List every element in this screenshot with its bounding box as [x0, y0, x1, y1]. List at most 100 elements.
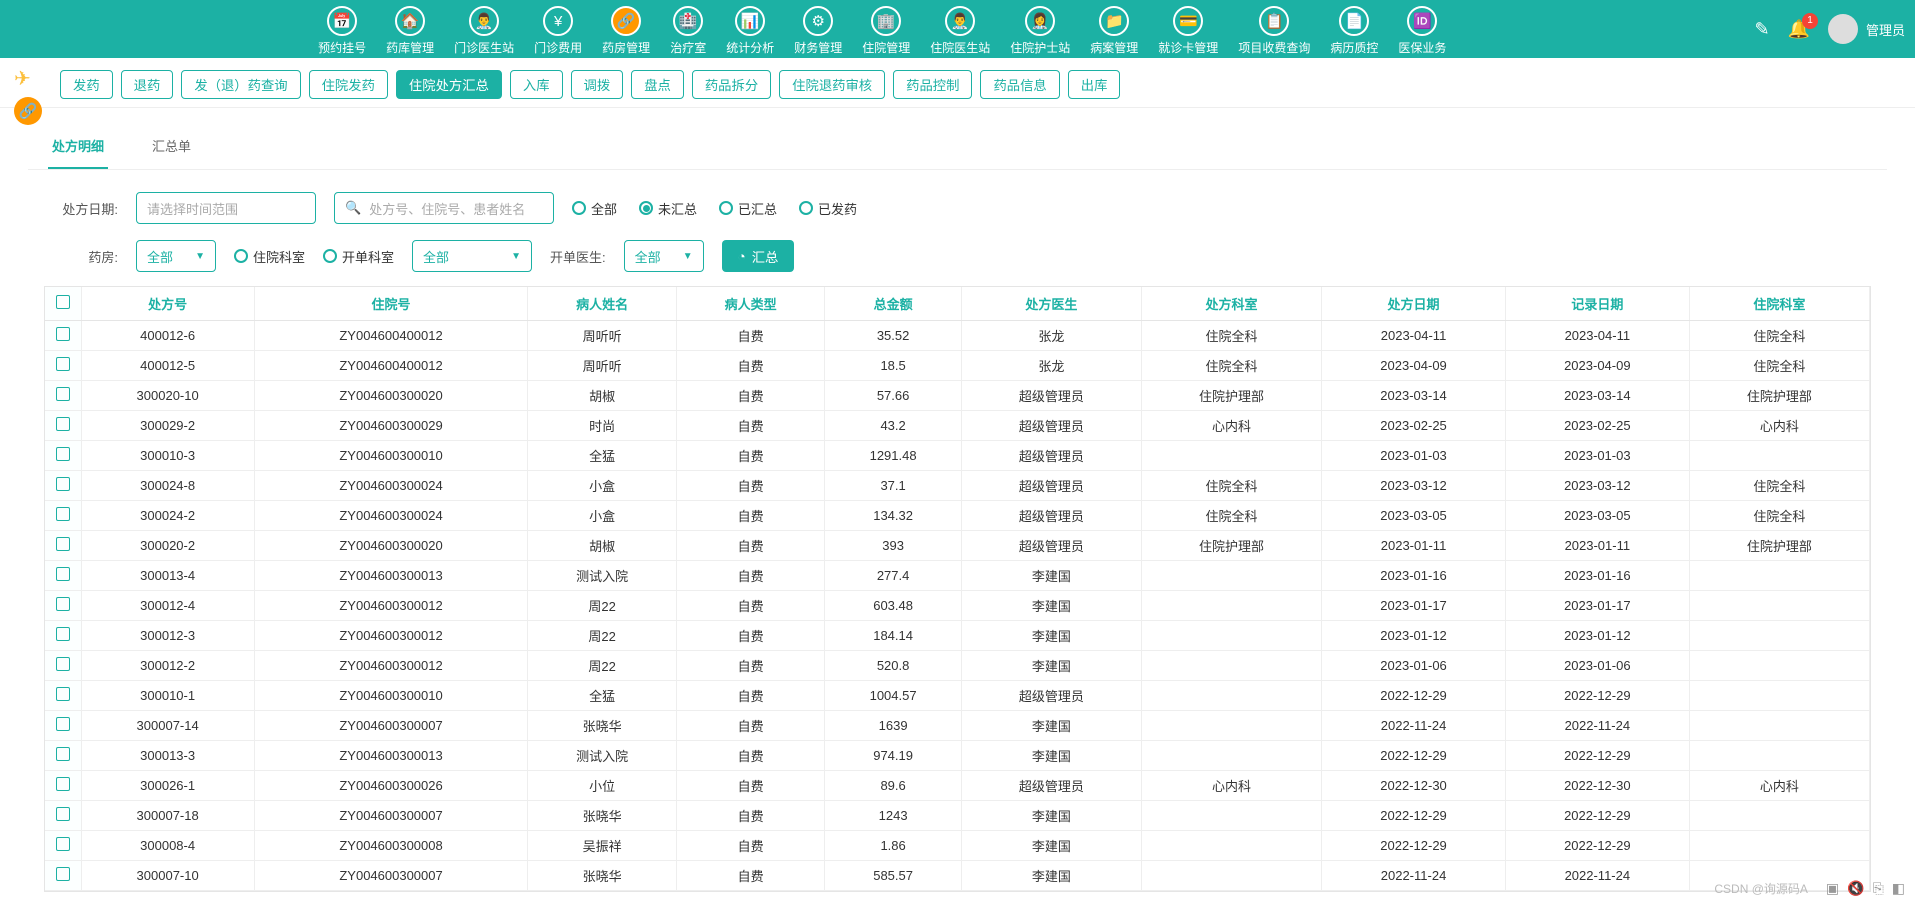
toolbar-btn-住院处方汇总[interactable]: 住院处方汇总: [396, 70, 502, 99]
checkbox[interactable]: [56, 447, 70, 461]
nav-item-门诊费用[interactable]: ¥门诊费用: [524, 2, 592, 56]
checkbox[interactable]: [56, 747, 70, 761]
toolbar-btn-盘点[interactable]: 盘点: [631, 70, 684, 99]
radio-icon: [572, 201, 586, 215]
checkbox[interactable]: [56, 777, 70, 791]
checkbox[interactable]: [56, 477, 70, 491]
nav-item-住院护士站[interactable]: 👩‍⚕️住院护士站: [1000, 2, 1080, 56]
table-row[interactable]: 300026-1ZY004600300026小位自费89.6超级管理员心内科20…: [45, 771, 1870, 801]
table-row[interactable]: 300029-2ZY004600300029时尚自费43.2超级管理员心内科20…: [45, 411, 1870, 441]
summarize-button[interactable]: ◔ 汇总: [722, 240, 795, 272]
checkbox[interactable]: [56, 687, 70, 701]
toolbar-btn-发（退）药查询[interactable]: 发（退）药查询: [181, 70, 300, 99]
table-row[interactable]: 400012-5ZY004600400012周听听自费18.5张龙住院全科202…: [45, 351, 1870, 381]
table-row[interactable]: 300010-3ZY004600300010全猛自费1291.48超级管理员20…: [45, 441, 1870, 471]
tabs: 处方明细汇总单: [28, 118, 1887, 170]
status-radio-已汇总[interactable]: 已汇总: [719, 199, 777, 218]
checkbox[interactable]: [56, 327, 70, 341]
edit-icon[interactable]: ✎: [1754, 19, 1769, 40]
nav-icon: 🏠: [395, 6, 425, 36]
nav-item-药库管理[interactable]: 🏠药库管理: [376, 2, 444, 56]
nav-item-预约挂号[interactable]: 📅预约挂号: [308, 2, 376, 56]
checkbox[interactable]: [56, 627, 70, 641]
checkbox[interactable]: [56, 867, 70, 881]
filter-row-2: 药房: 全部▼ 住院科室 开单科室 全部▼ 开单医生: 全部▼ ◔ 汇总: [48, 240, 1867, 272]
nav-icon: 👩‍⚕️: [1025, 6, 1055, 36]
tab-处方明细[interactable]: 处方明细: [48, 126, 108, 169]
toolbar-btn-出库[interactable]: 出库: [1068, 70, 1121, 99]
filter-row-1: 处方日期: 请选择时间范围 🔍 处方号、住院号、患者姓名 全部未汇总已汇总已发药: [48, 192, 1867, 224]
link-icon[interactable]: 🔗: [14, 97, 42, 125]
nav-item-药房管理[interactable]: 🔗药房管理: [592, 2, 660, 56]
arrow-icon[interactable]: ✈: [14, 66, 42, 91]
table-row[interactable]: 400012-6ZY004600400012周听听自费35.52张龙住院全科20…: [45, 321, 1870, 351]
toolbar-btn-调拨[interactable]: 调拨: [571, 70, 624, 99]
toolbar-btn-住院发药[interactable]: 住院发药: [309, 70, 388, 99]
dept-select[interactable]: 全部▼: [412, 240, 532, 272]
table-row[interactable]: 300013-3ZY004600300013测试入院自费974.19李建国202…: [45, 741, 1870, 771]
col-住院号: 住院号: [254, 287, 528, 321]
checkbox[interactable]: [56, 567, 70, 581]
table-row[interactable]: 300012-2ZY004600300012周22自费520.8李建国2023-…: [45, 651, 1870, 681]
search-input[interactable]: 🔍 处方号、住院号、患者姓名: [334, 192, 554, 224]
table-row[interactable]: 300012-3ZY004600300012周22自费184.14李建国2023…: [45, 621, 1870, 651]
tab-汇总单[interactable]: 汇总单: [148, 126, 195, 169]
checkbox[interactable]: [56, 537, 70, 551]
dept-radio-order[interactable]: 开单科室: [323, 247, 394, 266]
table-row[interactable]: 300010-1ZY004600300010全猛自费1004.57超级管理员20…: [45, 681, 1870, 711]
table-row[interactable]: 300007-10ZY004600300007张晓华自费585.57李建国202…: [45, 861, 1870, 891]
doctor-select[interactable]: 全部▼: [624, 240, 704, 272]
checkbox[interactable]: [56, 657, 70, 671]
checkbox[interactable]: [56, 507, 70, 521]
toolbar-btn-退药[interactable]: 退药: [121, 70, 174, 99]
nav-item-统计分析[interactable]: 📊统计分析: [716, 2, 784, 56]
table-row[interactable]: 300024-8ZY004600300024小盒自费37.1超级管理员住院全科2…: [45, 471, 1870, 501]
checkbox[interactable]: [56, 717, 70, 731]
content: 处方明细汇总单 处方日期: 请选择时间范围 🔍 处方号、住院号、患者姓名 全部未…: [0, 108, 1915, 892]
status-radio-未汇总[interactable]: 未汇总: [639, 199, 697, 218]
status-radio-已发药[interactable]: 已发药: [799, 199, 857, 218]
toolbar-btn-入库[interactable]: 入库: [510, 70, 563, 99]
checkbox[interactable]: [56, 597, 70, 611]
nav-icon: 🏥: [673, 6, 703, 36]
table-row[interactable]: 300007-18ZY004600300007张晓华自费1243李建国2022-…: [45, 801, 1870, 831]
nav-icon: 📋: [1259, 6, 1289, 36]
table-row[interactable]: 300012-4ZY004600300012周22自费603.48李建国2023…: [45, 591, 1870, 621]
nav-item-住院管理[interactable]: 🏢住院管理: [852, 2, 920, 56]
checkbox[interactable]: [56, 837, 70, 851]
checkbox[interactable]: [56, 807, 70, 821]
nav-item-就诊卡管理[interactable]: 💳就诊卡管理: [1148, 2, 1228, 56]
toolbar-btn-药品控制[interactable]: 药品控制: [893, 70, 972, 99]
checkbox[interactable]: [56, 417, 70, 431]
table-row[interactable]: 300013-4ZY004600300013测试入院自费277.4李建国2023…: [45, 561, 1870, 591]
nav-item-项目收费查询[interactable]: 📋项目收费查询: [1228, 2, 1320, 56]
nav-item-住院医生站[interactable]: 👨‍⚕️住院医生站: [920, 2, 1000, 56]
chevron-down-icon: ▼: [511, 251, 521, 262]
toolbar-btn-发药[interactable]: 发药: [60, 70, 113, 99]
table-row[interactable]: 300020-2ZY004600300020胡椒自费393超级管理员住院护理部2…: [45, 531, 1870, 561]
nav-item-门诊医生站[interactable]: 👨‍⚕️门诊医生站: [444, 2, 524, 56]
table-row[interactable]: 300007-14ZY004600300007张晓华自费1639李建国2022-…: [45, 711, 1870, 741]
bell-icon[interactable]: 🔔1: [1788, 19, 1810, 40]
user-block[interactable]: 管理员: [1828, 14, 1905, 44]
status-radio-全部[interactable]: 全部: [572, 199, 617, 218]
dept-radio-inpatient[interactable]: 住院科室: [234, 247, 305, 266]
col-住院科室: 住院科室: [1689, 287, 1869, 321]
table-row[interactable]: 300024-2ZY004600300024小盒自费134.32超级管理员住院全…: [45, 501, 1870, 531]
pharmacy-select[interactable]: 全部▼: [136, 240, 216, 272]
checkbox[interactable]: [56, 357, 70, 371]
nav-item-治疗室[interactable]: 🏥治疗室: [660, 2, 716, 56]
date-placeholder: 请选择时间范围: [147, 199, 238, 218]
checkbox[interactable]: [56, 387, 70, 401]
toolbar-btn-住院退药审核[interactable]: 住院退药审核: [779, 70, 885, 99]
toolbar-btn-药品信息[interactable]: 药品信息: [980, 70, 1059, 99]
nav-item-病历质控[interactable]: 📄病历质控: [1320, 2, 1388, 56]
nav-item-病案管理[interactable]: 📁病案管理: [1080, 2, 1148, 56]
table-row[interactable]: 300020-10ZY004600300020胡椒自费57.66超级管理员住院护…: [45, 381, 1870, 411]
nav-item-财务管理[interactable]: ⚙财务管理: [784, 2, 852, 56]
table-row[interactable]: 300008-4ZY004600300008吴振祥自费1.86李建国2022-1…: [45, 831, 1870, 861]
date-range-input[interactable]: 请选择时间范围: [136, 192, 316, 224]
checkbox-all[interactable]: [56, 295, 70, 309]
nav-item-医保业务[interactable]: 🆔医保业务: [1388, 2, 1456, 56]
toolbar-btn-药品拆分[interactable]: 药品拆分: [692, 70, 771, 99]
